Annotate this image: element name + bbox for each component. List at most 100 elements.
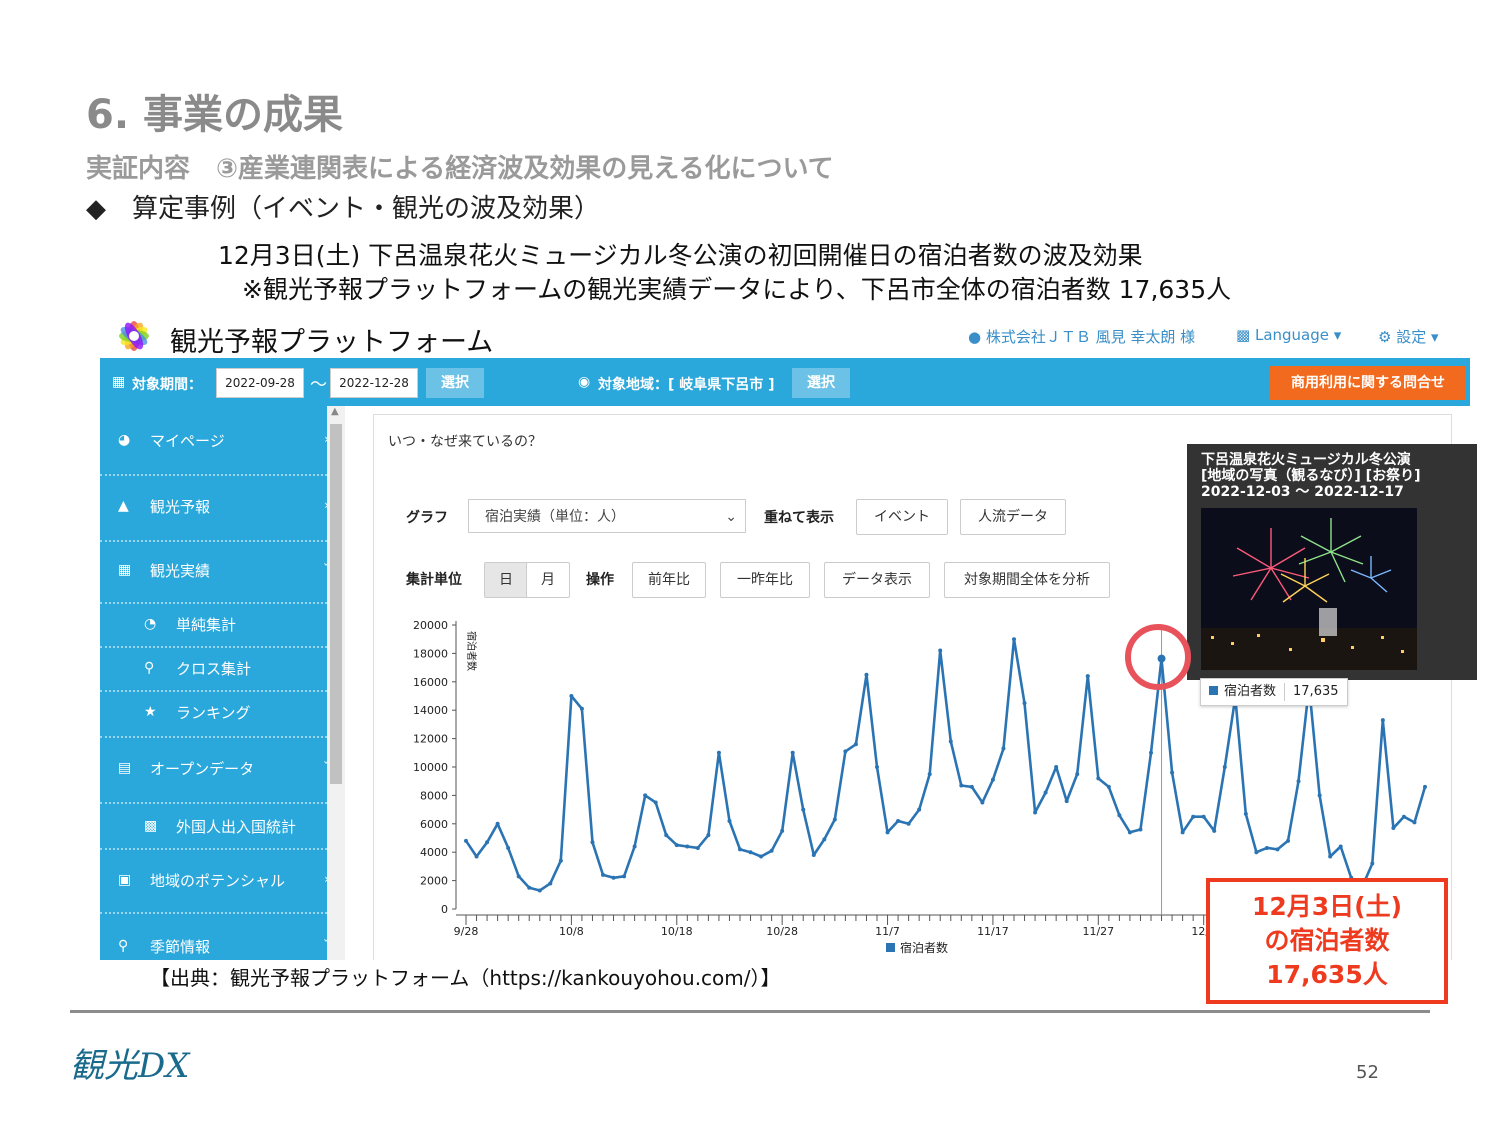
data-point (1085, 674, 1090, 679)
data-point (653, 800, 658, 805)
data-point (590, 840, 595, 845)
scroll-up-icon[interactable]: ▲ (331, 406, 339, 417)
tooltip-value: 17,635 (1293, 684, 1339, 699)
sidebar-item-mypage[interactable]: ◕ マイページ › (100, 406, 329, 476)
data-point (885, 830, 890, 835)
settings-menu[interactable]: ⚙ 設定 ▾ (1378, 326, 1439, 347)
region-select-button[interactable]: 選択 (792, 368, 850, 398)
sidebar-item-foreign[interactable]: ▩ 外国人出入国統計 (100, 804, 327, 850)
calendar-icon: ▦ (112, 374, 126, 390)
sidebar-item-potential[interactable]: ▣ 地域のポテンシャル › (100, 850, 329, 914)
graph-select[interactable]: 宿泊実績（単位：人） ⌄ (468, 499, 746, 533)
data-point (1138, 827, 1143, 832)
data-point (537, 888, 542, 893)
highlight-circle (1125, 624, 1191, 690)
filter-bar: ▦ 対象期間： 2022-09-28 〜 2022-12-28 選択 ◉ 対象地… (100, 358, 1470, 406)
x-tick-label: 11/17 (977, 925, 1009, 938)
data-view-button[interactable]: データ表示 (824, 562, 930, 598)
data-point (716, 750, 721, 755)
data-point (1043, 790, 1048, 795)
y-tick-label: 12000 (413, 733, 448, 746)
language-menu[interactable]: ▩ Language ▾ (1236, 326, 1341, 344)
period-select-button[interactable]: 選択 (426, 368, 484, 398)
data-point (1338, 844, 1343, 849)
popup-event-dates: 2022-12-03 〜 2022-12-17 (1201, 484, 1404, 500)
data-point (801, 807, 806, 812)
data-point (948, 739, 953, 744)
region-label: 対象地域：[ 岐阜県下呂市 ] (598, 377, 775, 393)
sidebar-item-forecast[interactable]: ▲ 観光予報 › (100, 476, 329, 542)
commercial-inquiry-button[interactable]: 商用利用に関する問合せ (1270, 366, 1466, 400)
settings-label: 設定 (1396, 328, 1427, 346)
data-point (622, 874, 627, 879)
data-point (864, 672, 869, 677)
data-point (632, 844, 637, 849)
y-tick-label: 6000 (420, 818, 448, 831)
data-point (896, 818, 901, 823)
data-point (1328, 854, 1333, 859)
data-point (569, 694, 574, 698)
event-overlay-button[interactable]: イベント (856, 499, 948, 535)
y-tick-label: 20000 (413, 619, 448, 632)
y-tick-label: 10000 (413, 761, 448, 774)
folder-open-icon: ▤ (118, 760, 132, 776)
analyze-period-button[interactable]: 対象期間全体を分析 (944, 562, 1110, 598)
y-tick-label: 0 (441, 903, 448, 916)
dashboard-icon: ◕ (118, 432, 131, 448)
data-point (1075, 772, 1080, 777)
bar-chart-icon: ▩ (144, 818, 158, 834)
data-point (1064, 799, 1069, 804)
yoy2-button[interactable]: 一昨年比 (720, 562, 810, 598)
data-point (548, 881, 553, 886)
callout-box: 12月3日(土) の宿泊者数 17,635人 (1206, 878, 1448, 1004)
y-axis-label: 宿泊者数 (465, 631, 478, 671)
sidebar-item-label: 観光実績 (150, 562, 211, 580)
sidebar-item-ranking[interactable]: ★ ランキング (100, 692, 327, 738)
data-point (1264, 845, 1269, 850)
fireworks-photo (1201, 508, 1417, 670)
sidebar-item-label: 季節情報 (150, 938, 211, 956)
sidebar-item-season[interactable]: ⚲ 季節情報 ˇ (100, 914, 329, 960)
data-point (516, 874, 521, 879)
data-point (959, 783, 964, 788)
range-tilde: 〜 (310, 375, 327, 395)
date-from-input[interactable]: 2022-09-28 (216, 368, 304, 398)
data-point (1117, 813, 1122, 818)
data-point (664, 833, 669, 838)
data-point (1296, 779, 1301, 784)
scrollbar-thumb[interactable] (330, 424, 342, 784)
sidebar-item-simple[interactable]: ◔ 単純集計 (100, 604, 327, 648)
chart-tooltip: 宿泊者数 17,635 (1200, 678, 1348, 706)
data-point (643, 793, 648, 798)
operation-label: 操作 (586, 572, 614, 588)
sidebar: ◕ マイページ › ▲ 観光予報 › ▦ 観光実績 ˇ ◔ 単純集計 ⚲ クロス… (100, 406, 329, 960)
popup-event-links[interactable]: [地域の写真（観るなび）] [お祭り] (1201, 468, 1420, 484)
overlay-label: 重ねて表示 (764, 510, 834, 526)
data-point (990, 777, 995, 782)
data-point (759, 854, 764, 859)
data-point (706, 833, 711, 838)
data-point (1401, 814, 1406, 819)
slide-title: 6. 事業の成果 (86, 92, 343, 138)
sidebar-item-cross[interactable]: ⚲ クロス集計 (100, 648, 327, 692)
unit-month-button[interactable]: 月 (526, 562, 570, 598)
user-menu[interactable]: ● 株式会社ＪＴＢ 風見 幸太朗 様 (968, 326, 1195, 347)
flow-data-button[interactable]: 人流データ (960, 499, 1066, 535)
signal-bars-icon: ▦ (118, 562, 132, 578)
y-tick-label: 16000 (413, 676, 448, 689)
unit-day-button[interactable]: 日 (484, 562, 528, 598)
yoy-button[interactable]: 前年比 (632, 562, 706, 598)
y-tick-label: 18000 (413, 647, 448, 660)
data-point (1054, 765, 1059, 769)
data-point (927, 772, 932, 777)
date-to-input[interactable]: 2022-12-28 (330, 368, 418, 398)
sidebar-item-opendata[interactable]: ▤ オープンデータ ˇ (100, 738, 329, 804)
data-point (727, 818, 732, 823)
map-marker-icon: ◉ (578, 374, 591, 390)
data-point (695, 845, 700, 850)
sidebar-item-results[interactable]: ▦ 観光実績 ˇ (100, 542, 329, 604)
data-point (1222, 765, 1227, 769)
user-name: 株式会社ＪＴＢ 風見 幸太朗 様 (985, 328, 1196, 346)
data-point (1212, 828, 1217, 833)
data-point (506, 845, 511, 850)
